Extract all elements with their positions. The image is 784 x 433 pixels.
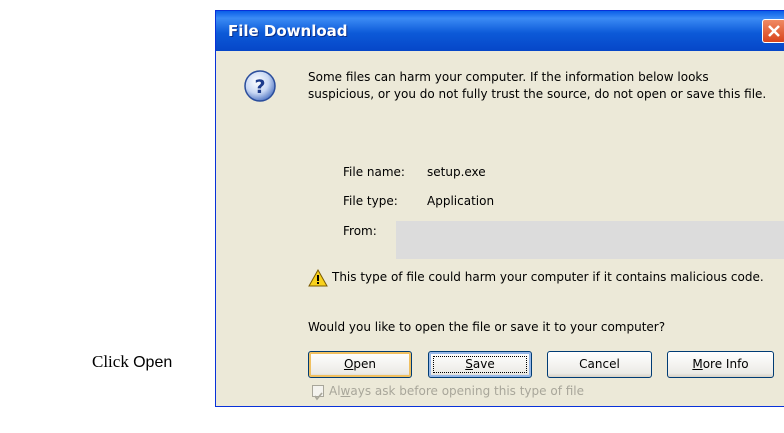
- file-download-dialog: File Download ? Some files can harm your…: [215, 10, 784, 407]
- title-bar[interactable]: File Download: [216, 11, 784, 51]
- window-title: File Download: [228, 22, 348, 40]
- always-ask-label-mnemonic: w: [340, 384, 351, 398]
- more-info-button[interactable]: More Info: [667, 351, 774, 378]
- instruction-label: Click Open: [92, 352, 172, 372]
- svg-text:?: ?: [254, 76, 265, 98]
- security-warning-text: Some files can harm your computer. If th…: [308, 70, 767, 101]
- always-ask-checkbox[interactable]: [312, 385, 324, 401]
- file-type-value: Application: [427, 194, 495, 208]
- check-mark-icon: [314, 392, 323, 401]
- always-ask-label-pre: Al: [329, 384, 341, 398]
- cancel-button-label: Cancel: [579, 357, 620, 371]
- from-value-box: [396, 221, 784, 259]
- close-icon: [768, 25, 780, 37]
- file-name-label: File name:: [343, 165, 405, 179]
- always-ask-label-rest: ays ask before opening this type of file: [350, 384, 585, 398]
- save-button[interactable]: Save: [428, 351, 532, 378]
- more-info-button-label: ore Info: [702, 357, 749, 371]
- open-button[interactable]: Open: [308, 351, 412, 378]
- action-question: Would you like to open the file or save …: [308, 320, 666, 334]
- file-name-value: setup.exe: [427, 165, 486, 179]
- close-button[interactable]: [762, 19, 784, 43]
- instruction-target: Open: [133, 354, 173, 371]
- open-button-mnemonic: O: [343, 357, 354, 371]
- question-icon: ?: [244, 70, 276, 102]
- instruction-prefix: Click: [92, 352, 129, 371]
- cancel-button[interactable]: Cancel: [547, 351, 652, 378]
- harm-warning-text: This type of file could harm your comput…: [332, 270, 764, 284]
- warning-icon: [308, 269, 328, 287]
- focus-rectangle: [433, 356, 527, 373]
- file-type-label: File type:: [343, 194, 398, 208]
- more-info-button-mnemonic: M: [692, 357, 703, 371]
- from-label: From:: [343, 224, 377, 238]
- always-ask-label: Always ask before opening this type of f…: [329, 384, 584, 398]
- open-button-label: pen: [353, 357, 377, 371]
